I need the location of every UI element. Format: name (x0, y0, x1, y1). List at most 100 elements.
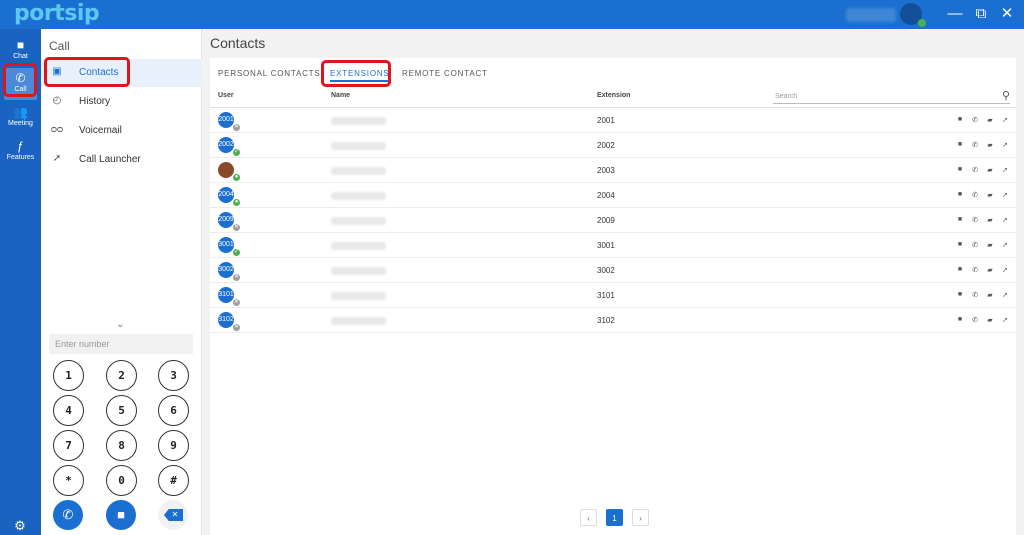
message-icon[interactable]: ■ (955, 241, 965, 248)
phone-icon[interactable]: ✆ (970, 141, 980, 149)
video-camera-icon: ■ (117, 507, 125, 522)
dialpad-key-7[interactable]: 7 (53, 430, 84, 461)
status-away-icon: ● (232, 198, 241, 207)
rocket-icon[interactable]: ➚ (1000, 166, 1010, 174)
status-online-icon: ✓ (232, 248, 241, 257)
table-row[interactable]: ● 2003 ■ ✆ ▰ ➚ (210, 158, 1016, 183)
backspace-button[interactable]: ✕ (158, 500, 188, 530)
table-row[interactable]: 3101 ✕ 3101 ■ ✆ ▰ ➚ (210, 283, 1016, 308)
dialpad-key-0[interactable]: 0 (106, 465, 137, 496)
column-header-name: Name (331, 92, 351, 99)
call-highlight-box (3, 63, 37, 97)
message-icon[interactable]: ■ (955, 316, 965, 323)
rocket-icon[interactable]: ➚ (1000, 291, 1010, 299)
call-panel-title: Call (49, 39, 70, 53)
table-row[interactable]: 3002 ✕ 3002 ■ ✆ ▰ ➚ (210, 258, 1016, 283)
dialpad-key-5[interactable]: 5 (106, 395, 137, 426)
function-icon: ƒ (17, 139, 24, 153)
search-icon[interactable]: ⚲ (1002, 89, 1010, 103)
phone-icon[interactable]: ✆ (970, 291, 980, 299)
row-actions: ■ ✆ ▰ ➚ (955, 166, 1011, 176)
page-1-button[interactable]: 1 (606, 509, 623, 526)
table-row[interactable]: 2002 ✓ 2002 ■ ✆ ▰ ➚ (210, 133, 1016, 158)
table-row[interactable]: 2009 ✕ 2009 ■ ✆ ▰ ➚ (210, 208, 1016, 233)
table-row[interactable]: 2004 ● 2004 ■ ✆ ▰ ➚ (210, 183, 1016, 208)
message-icon[interactable]: ■ (955, 191, 965, 198)
audio-call-button[interactable]: ✆ (53, 500, 83, 530)
settings-gear-icon[interactable]: ⚙ (12, 518, 28, 534)
phone-icon[interactable]: ✆ (970, 166, 980, 174)
video-camera-icon[interactable]: ▰ (985, 241, 995, 249)
prev-page-button[interactable]: ‹ (580, 509, 597, 526)
table-row[interactable]: 3102 ✕ 3102 ■ ✆ ▰ ➚ (210, 308, 1016, 333)
tab-personal-contacts[interactable]: PERSONAL CONTACTS (218, 66, 321, 82)
phone-icon[interactable]: ✆ (970, 216, 980, 224)
video-camera-icon[interactable]: ▰ (985, 166, 995, 174)
message-icon[interactable]: ■ (955, 166, 965, 173)
dialpad-key-4[interactable]: 4 (53, 395, 84, 426)
dialpad-key-hash[interactable]: # (158, 465, 189, 496)
video-camera-icon[interactable]: ▰ (985, 316, 995, 324)
phone-icon[interactable]: ✆ (970, 116, 980, 124)
extension-value: 2009 (597, 216, 615, 225)
dialpad-key-1[interactable]: 1 (53, 360, 84, 391)
video-camera-icon[interactable]: ▰ (985, 141, 995, 149)
rocket-icon[interactable]: ➚ (1000, 241, 1010, 249)
rail-item-meeting[interactable]: 👥 Meeting (4, 102, 37, 134)
dialpad-key-3[interactable]: 3 (158, 360, 189, 391)
video-call-button[interactable]: ■ (106, 500, 136, 530)
number-input[interactable] (49, 334, 193, 354)
video-camera-icon[interactable]: ▰ (985, 266, 995, 274)
left-rail: ■ Chat ✆ Call 👥 Meeting ƒ Features ⚙ (0, 29, 41, 535)
nav-item-label: Call Launcher (79, 154, 141, 165)
rocket-icon[interactable]: ➚ (1000, 216, 1010, 224)
dialpad-key-2[interactable]: 2 (106, 360, 137, 391)
rocket-icon[interactable]: ➚ (1000, 141, 1010, 149)
rocket-icon[interactable]: ➚ (1000, 116, 1010, 124)
phone-icon[interactable]: ✆ (970, 191, 980, 199)
phone-icon[interactable]: ✆ (970, 241, 980, 249)
message-icon[interactable]: ■ (955, 216, 965, 223)
extension-value: 2002 (597, 141, 615, 150)
dialpad-key-6[interactable]: 6 (158, 395, 189, 426)
message-icon[interactable]: ■ (955, 116, 965, 123)
close-button[interactable]: ✕ (998, 5, 1016, 23)
video-camera-icon[interactable]: ▰ (985, 191, 995, 199)
row-actions: ■ ✆ ▰ ➚ (955, 241, 1011, 251)
nav-item-voicemail[interactable]: ᴑᴑ Voicemail (41, 117, 202, 145)
rocket-icon[interactable]: ➚ (1000, 316, 1010, 324)
nav-item-call-launcher[interactable]: ➚ Call Launcher (41, 146, 202, 174)
user-avatar[interactable] (900, 3, 926, 27)
message-icon[interactable]: ■ (955, 141, 965, 148)
tab-remote-contact[interactable]: REMOTE CONTACT (402, 66, 488, 82)
title-bar: portsip — ⧉ ✕ (0, 0, 1024, 29)
video-camera-icon[interactable]: ▰ (985, 291, 995, 299)
message-icon[interactable]: ■ (955, 291, 965, 298)
table-row[interactable]: 2001 ✕ 2001 ■ ✆ ▰ ➚ (210, 108, 1016, 133)
video-camera-icon[interactable]: ▰ (985, 116, 995, 124)
phone-icon[interactable]: ✆ (970, 316, 980, 324)
extension-value: 3101 (597, 291, 615, 300)
contacts-card: PERSONAL CONTACTS EXTENSIONS REMOTE CONT… (210, 58, 1016, 535)
message-icon[interactable]: ■ (955, 266, 965, 273)
minimize-button[interactable]: — (946, 5, 964, 23)
phone-icon[interactable]: ✆ (970, 266, 980, 274)
restore-button[interactable]: ⧉ (972, 5, 990, 23)
dialpad-key-9[interactable]: 9 (158, 430, 189, 461)
rocket-icon: ➚ (52, 153, 62, 164)
collapse-chevron-icon[interactable]: ⌄ (116, 319, 124, 330)
voicemail-icon: ᴑᴑ (50, 124, 64, 135)
dialpad-key-star[interactable]: * (53, 465, 84, 496)
rail-item-features[interactable]: ƒ Features (4, 136, 37, 168)
next-page-button[interactable]: › (632, 509, 649, 526)
user-name (846, 8, 896, 22)
rocket-icon[interactable]: ➚ (1000, 191, 1010, 199)
chat-icon: ■ (16, 38, 25, 52)
video-camera-icon[interactable]: ▰ (985, 216, 995, 224)
search-input[interactable]: Search ⚲ (773, 90, 1010, 104)
nav-item-history[interactable]: ◴ History (41, 88, 202, 116)
rocket-icon[interactable]: ➚ (1000, 266, 1010, 274)
table-row[interactable]: 3001 ✓ 3001 ■ ✆ ▰ ➚ (210, 233, 1016, 258)
contact-name (331, 192, 386, 200)
dialpad-key-8[interactable]: 8 (106, 430, 137, 461)
